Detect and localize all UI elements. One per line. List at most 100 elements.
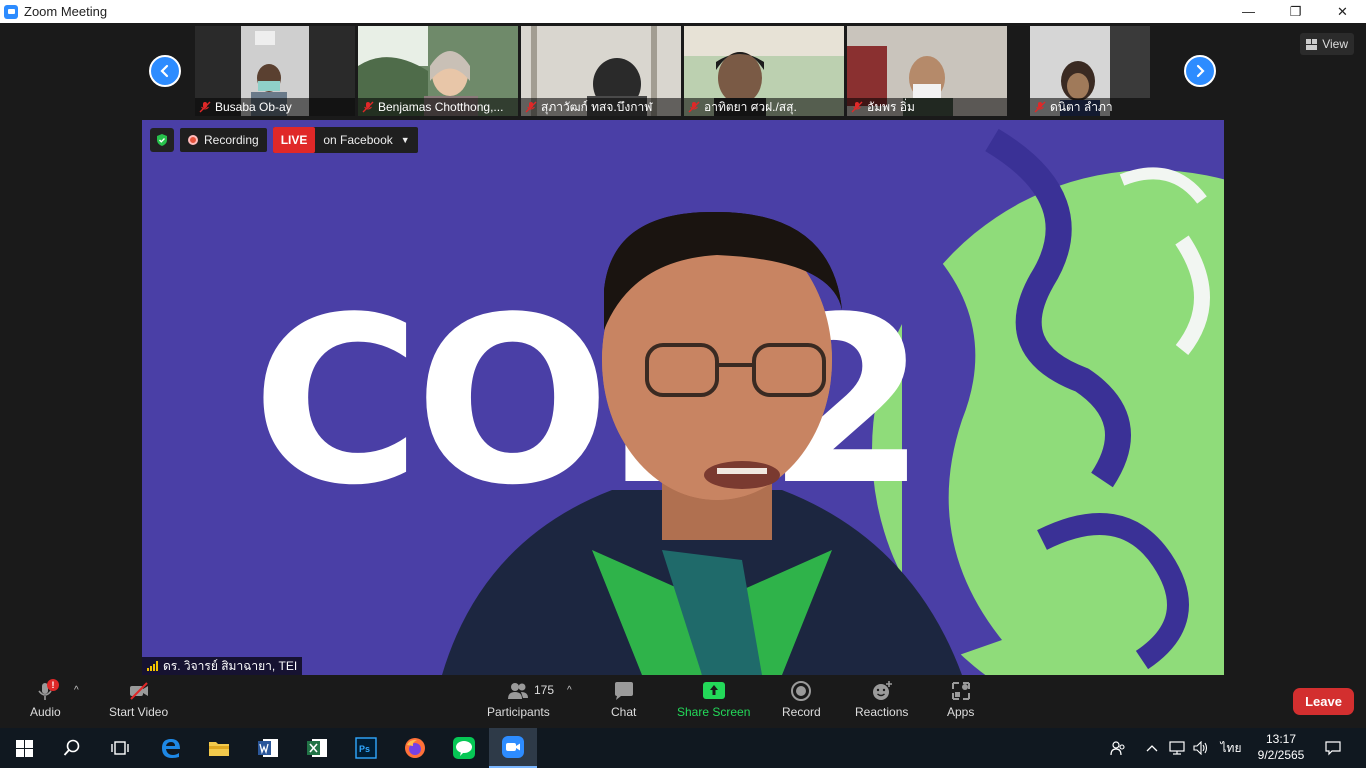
participant-tile[interactable]: ดนิตา ลำภา [1030, 26, 1150, 116]
signal-strength-icon [147, 661, 158, 671]
shield-icon [157, 134, 167, 146]
excel-taskbar-button[interactable] [293, 728, 341, 768]
recording-indicator[interactable]: Recording [180, 128, 267, 152]
speaker-foreground [602, 211, 842, 500]
participant-name: อาทิตยา ศวฝ./สสุ. [704, 99, 797, 114]
notification-icon [1325, 741, 1341, 756]
edge-taskbar-button[interactable] [147, 728, 195, 768]
recording-label: Recording [204, 133, 259, 147]
search-button[interactable] [48, 728, 96, 768]
zoom-icon [502, 736, 524, 758]
speaker-name-tag: ดร. วิจารย์ สิมาฉายา, TEI [142, 657, 303, 675]
word-icon [258, 739, 278, 757]
input-language-indicator[interactable]: ไทย [1216, 728, 1246, 768]
view-label: View [1322, 37, 1348, 51]
photoshop-taskbar-button[interactable]: Ps [342, 728, 390, 768]
start-button[interactable] [0, 728, 48, 768]
volume-icon [1193, 741, 1208, 755]
audio-label: Audio [30, 705, 61, 719]
prev-page-button[interactable] [149, 55, 181, 87]
next-page-button[interactable] [1184, 55, 1216, 87]
participants-label: Participants [487, 705, 550, 719]
apps-icon [951, 682, 970, 700]
action-center-button[interactable] [1318, 728, 1348, 768]
participant-name: Busaba Ob-ay [215, 100, 292, 114]
participant-label: Benjamas Chotthong,... [358, 98, 518, 116]
apps-label: Apps [947, 705, 975, 719]
active-speaker-video: COP2 Recording LIVE on Facebook ▼ ดร. วิ… [142, 120, 1224, 675]
windows-taskbar: Ps ไทย 13:17 9/2/2565 [0, 728, 1366, 768]
participant-tile[interactable]: สุภาวัฒก์ ทสจ.บึงกาฬ [521, 26, 681, 116]
task-view-icon [111, 741, 129, 755]
zoom-taskbar-button[interactable] [489, 728, 537, 768]
participant-tile[interactable]: อาทิตยา ศวฝ./สสุ. [684, 26, 844, 116]
recording-status-bar: Recording LIVE on Facebook ▼ [150, 127, 418, 153]
participant-label: Busaba Ob-ay [195, 98, 355, 116]
record-icon [791, 681, 812, 701]
mic-muted-icon [1034, 101, 1046, 113]
window-controls: — ❐ ✕ [1225, 0, 1366, 23]
firefox-taskbar-button[interactable] [391, 728, 439, 768]
participants-options-caret[interactable]: ^ [567, 685, 572, 696]
mic-muted-icon [851, 101, 863, 113]
line-taskbar-button[interactable] [440, 728, 488, 768]
file-explorer-taskbar-button[interactable] [195, 728, 243, 768]
word-taskbar-button[interactable] [244, 728, 292, 768]
participants-icon [508, 683, 529, 699]
leave-button[interactable]: Leave [1293, 688, 1354, 715]
restore-button[interactable]: ❐ [1272, 0, 1319, 23]
participant-name: สุภาวัฒก์ ทสจ.บึงกาฬ [541, 99, 653, 114]
start-video-label: Start Video [109, 705, 169, 719]
live-target-label: on Facebook [323, 133, 393, 147]
chat-label: Chat [611, 705, 637, 719]
title-bar: Zoom Meeting — ❐ ✕ [0, 0, 1366, 23]
live-stream-indicator[interactable]: LIVE on Facebook ▼ [272, 127, 418, 153]
mic-muted-icon [362, 101, 374, 113]
view-button[interactable]: View [1300, 33, 1354, 55]
speaker-name: ดร. วิจารย์ สิมาฉายา, TEI [163, 658, 298, 673]
participant-name: อัมพร อิ่ม [867, 99, 915, 114]
network-button[interactable] [1166, 728, 1188, 768]
volume-button[interactable] [1190, 728, 1212, 768]
windows-logo-icon [15, 739, 33, 757]
participants-count: 175 [534, 683, 555, 697]
zoom-app-icon [4, 4, 18, 19]
share-screen-label: Share Screen [677, 705, 751, 719]
grid-view-icon [1306, 38, 1318, 50]
clock-time: 13:17 [1265, 732, 1297, 746]
participant-name: Benjamas Chotthong,... [378, 100, 504, 114]
close-button[interactable]: ✕ [1319, 0, 1366, 23]
record-button[interactable]: Record [782, 680, 821, 719]
people-button[interactable] [1104, 728, 1132, 768]
reactions-label: Reactions [855, 705, 909, 719]
minimize-button[interactable]: — [1225, 0, 1272, 23]
meeting-toolbar: Audio ! ^ Start Video Participants 175 ^… [0, 675, 1366, 728]
start-video-button[interactable]: Start Video [109, 680, 168, 719]
caret-down-icon: ▼ [400, 135, 410, 145]
taskbar-clock[interactable]: 13:17 9/2/2565 [1256, 731, 1306, 763]
excel-icon [307, 739, 327, 757]
security-button[interactable] [150, 128, 174, 152]
edge-icon [162, 739, 180, 758]
share-screen-button[interactable]: Share Screen [677, 680, 750, 719]
participant-label: อัมพร อิ่ม [847, 98, 1007, 116]
line-app-icon [453, 737, 475, 759]
svg-text:Ps: Ps [359, 744, 370, 754]
participant-label: อาทิตยา ศวฝ./สสุ. [684, 98, 844, 116]
chat-button[interactable]: Chat [611, 680, 636, 719]
audio-options-caret[interactable]: ^ [74, 685, 79, 696]
task-view-button[interactable] [96, 728, 144, 768]
show-hidden-icons-button[interactable] [1142, 728, 1162, 768]
participant-tile[interactable]: อัมพร อิ่ม [847, 26, 1007, 116]
reactions-button[interactable]: Reactions [855, 680, 908, 719]
participant-strip: Busaba Ob-ay Benjamas Chotthong,... สุภา… [0, 23, 1366, 120]
people-icon [1110, 741, 1125, 756]
apps-button[interactable]: Apps [947, 680, 974, 719]
participant-tile[interactable]: Benjamas Chotthong,... [358, 26, 518, 116]
emoji-add-icon [872, 681, 892, 700]
zoom-window: Zoom Meeting — ❐ ✕ Busaba Ob-ay Benjamas… [0, 0, 1366, 768]
participant-label: สุภาวัฒก์ ทสจ.บึงกาฬ [521, 98, 681, 116]
share-screen-icon [702, 682, 725, 699]
clock-date: 9/2/2565 [1257, 748, 1305, 762]
participant-tile[interactable]: Busaba Ob-ay [195, 26, 355, 116]
